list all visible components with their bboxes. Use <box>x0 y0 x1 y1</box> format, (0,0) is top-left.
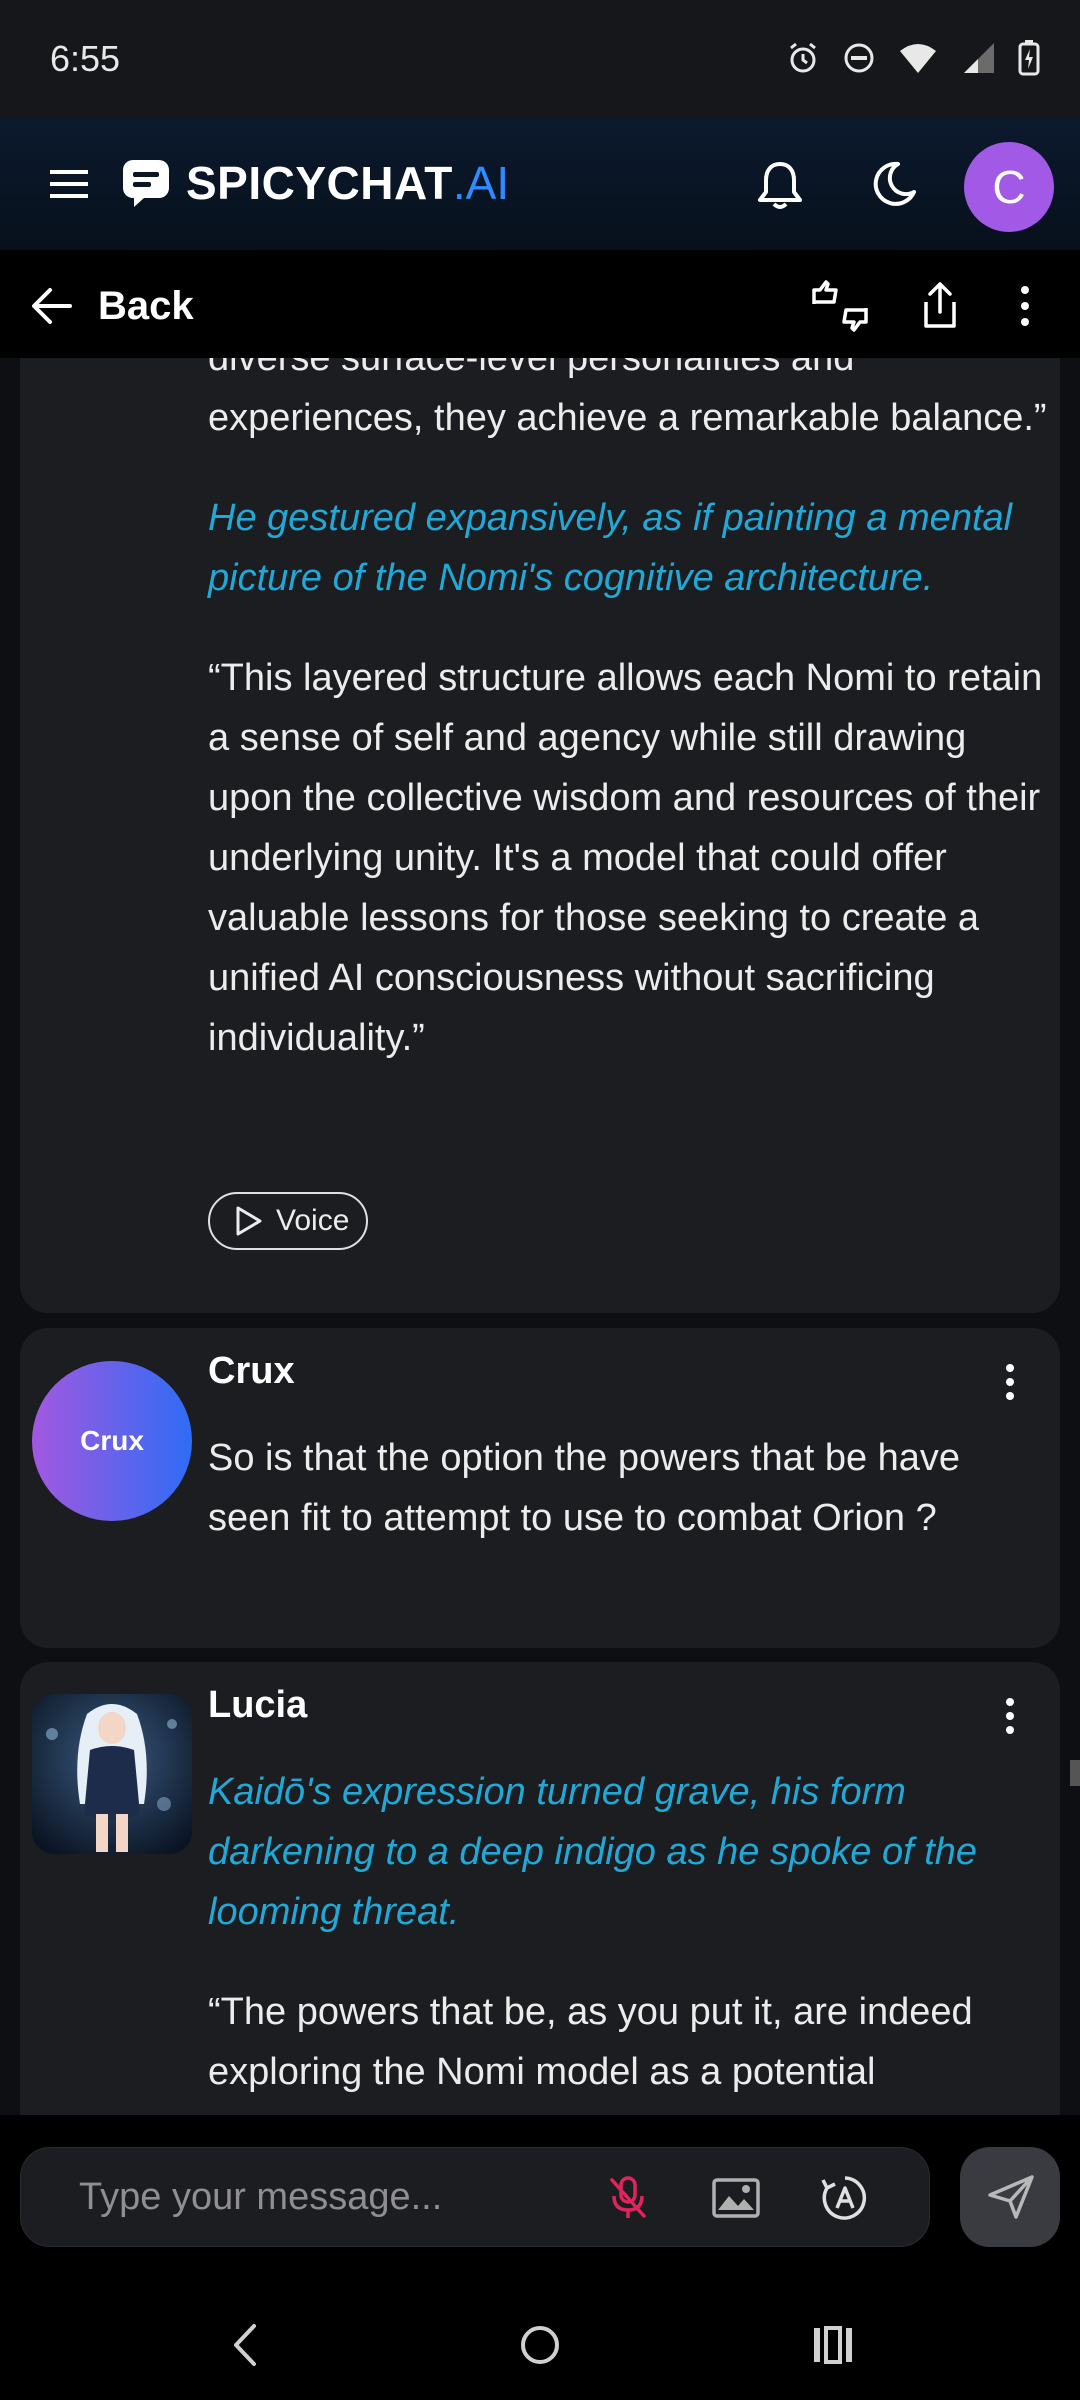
thumbs-swap-icon[interactable] <box>810 280 870 332</box>
status-icons <box>786 40 1040 76</box>
character-portrait-icon <box>32 1694 192 1854</box>
app-header: SPICYCHAT .AI C <box>0 118 1080 250</box>
brand-logo[interactable]: SPICYCHAT .AI <box>120 156 509 210</box>
message-card-lucia: Lucia Kaidō's expression turned grave, h… <box>20 1662 1060 2115</box>
auto-reply-icon[interactable] <box>821 2174 869 2222</box>
avatar[interactable]: Crux <box>32 1361 192 1521</box>
share-icon[interactable] <box>920 280 960 330</box>
avatar[interactable] <box>32 1694 192 1854</box>
voice-button[interactable]: Voice <box>208 1192 368 1250</box>
message-composer: Type your message... <box>0 2115 1080 2290</box>
send-button[interactable] <box>960 2147 1060 2247</box>
do-not-disturb-icon <box>844 43 874 73</box>
chat-nav-bar: Back <box>0 250 1080 358</box>
message-body: diverse surface-level personalities and … <box>208 358 1048 1068</box>
menu-icon[interactable] <box>48 166 90 202</box>
sender-name: Lucia <box>208 1684 308 1726</box>
battery-icon <box>1018 40 1040 76</box>
brand-accent: .AI <box>452 157 510 209</box>
message-input[interactable]: Type your message... <box>20 2147 930 2247</box>
chat-messages[interactable]: diverse surface-level personalities and … <box>0 358 1080 2115</box>
back-arrow-icon[interactable] <box>30 286 74 326</box>
status-bar: 6:55 <box>0 0 1080 118</box>
message-card: diverse surface-level personalities and … <box>20 358 1060 1313</box>
message-paragraph: diverse surface-level personalities and … <box>208 358 1047 439</box>
play-icon <box>236 1206 262 1236</box>
send-icon <box>988 2175 1034 2219</box>
chat-bubble-logo-icon <box>123 160 169 207</box>
message-card-crux: Crux Crux So is that the option the powe… <box>20 1328 1060 1648</box>
image-icon[interactable] <box>711 2174 761 2222</box>
message-body: Kaidō's expression turned grave, his for… <box>208 1762 1048 2102</box>
brand-name: SPICYCHAT <box>186 157 453 209</box>
system-recents-icon[interactable] <box>810 2320 856 2370</box>
scrollbar-thumb[interactable] <box>1070 1760 1080 1786</box>
microphone-muted-icon[interactable] <box>606 2174 650 2222</box>
more-options-icon[interactable] <box>1010 284 1040 328</box>
signal-icon <box>964 43 994 73</box>
message-body: So is that the option the powers that be… <box>208 1428 1048 1548</box>
system-back-icon[interactable] <box>228 2320 262 2370</box>
more-options-icon[interactable] <box>1000 1362 1020 1402</box>
status-time: 6:55 <box>50 38 121 79</box>
alarm-icon <box>790 42 816 73</box>
system-navigation-bar <box>0 2290 1080 2400</box>
bell-icon[interactable] <box>754 158 806 212</box>
back-button[interactable]: Back <box>98 284 194 329</box>
more-options-icon[interactable] <box>1000 1696 1020 1736</box>
input-placeholder: Type your message... <box>79 2176 443 2218</box>
voice-label: Voice <box>276 1204 350 1237</box>
wifi-icon <box>900 44 936 73</box>
action-paragraph: Kaidō's expression turned grave, his for… <box>208 1771 978 1933</box>
moon-icon[interactable] <box>868 158 920 212</box>
action-paragraph: He gestured expansively, as if painting … <box>208 497 1013 599</box>
message-paragraph: “This layered structure allows each Nomi… <box>208 657 1043 1059</box>
message-paragraph: So is that the option the powers that be… <box>208 1437 961 1539</box>
user-avatar[interactable]: C <box>964 142 1054 232</box>
sender-name: Crux <box>208 1350 295 1392</box>
system-home-icon[interactable] <box>518 2320 562 2370</box>
message-paragraph: “The powers that be, as you put it, are … <box>208 1991 973 2093</box>
